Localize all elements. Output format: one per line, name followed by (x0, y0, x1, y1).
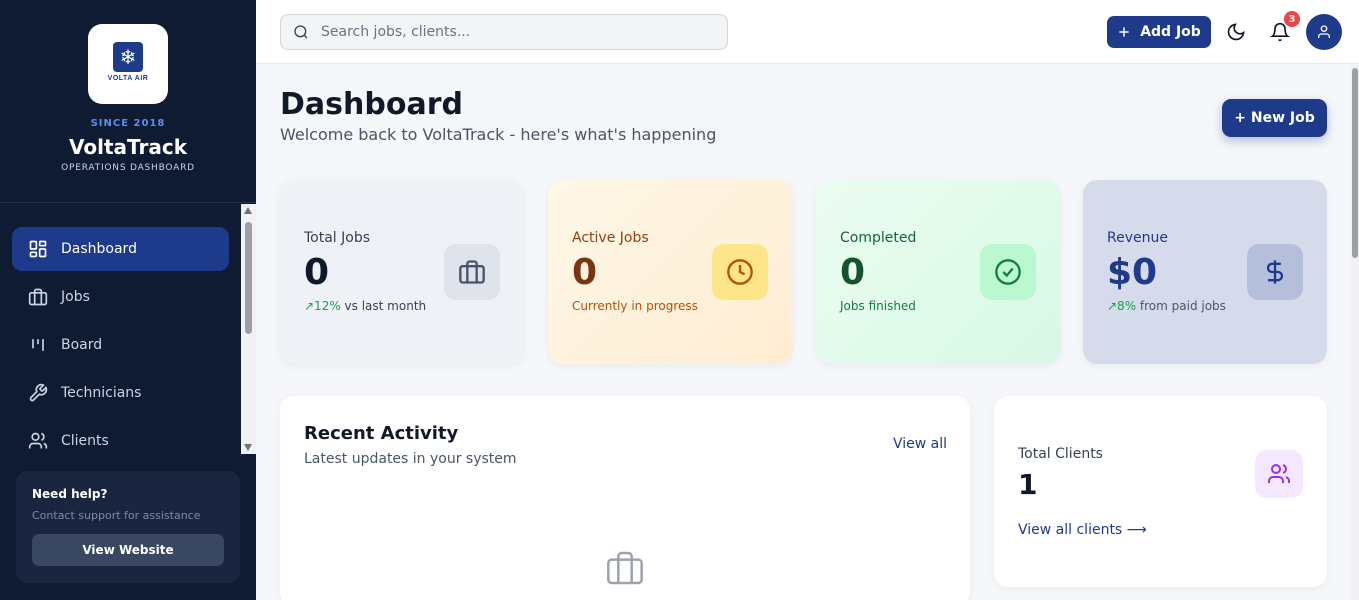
stat-icon-box (980, 244, 1036, 300)
user-icon (1318, 25, 1330, 38)
view-all-link[interactable]: View all (893, 436, 947, 452)
scrollbar-thumb[interactable] (245, 222, 252, 334)
trend-up: ↗8% (1107, 299, 1137, 313)
sidebar: ❄ VOLTA AIR SINCE 2018 VoltaTrack OPERAT… (0, 0, 256, 600)
stat-icon-box (444, 244, 500, 300)
sidebar-item-label: Technicians (61, 385, 142, 401)
kanban-icon (32, 339, 44, 351)
logo-text: VOLTA AIR (107, 75, 149, 82)
stat-icon-box (1247, 244, 1303, 300)
avatar[interactable] (1306, 14, 1342, 50)
stat-card-revenue: Revenue $0 ↗8% from paid jobs (1083, 180, 1327, 364)
view-website-button[interactable]: View Website (32, 534, 224, 566)
stat-card-completed: Completed 0 Jobs finished (816, 180, 1060, 364)
clients-value: 1 (1018, 468, 1038, 501)
plus-icon (1119, 27, 1129, 37)
stat-note: ↗12% vs last month (304, 299, 500, 313)
recent-activity-panel: Recent Activity Latest updates in your s… (280, 396, 970, 600)
stat-note: Currently in progress (572, 299, 698, 313)
snowflake-icon: ❄ (113, 42, 143, 72)
page-subtitle: Welcome back to VoltaTrack - here's what… (280, 125, 717, 144)
trend-up: ↗12% (304, 299, 341, 313)
briefcase-icon (459, 260, 485, 284)
search-icon (294, 25, 308, 39)
total-clients-card: Total Clients 1 View all clients ⟶ (994, 396, 1327, 587)
sidebar-item-label: Dashboard (61, 241, 137, 257)
view-all-clients-link[interactable]: View all clients ⟶ (1018, 522, 1147, 538)
stat-note: Jobs finished (840, 299, 916, 313)
stat-icon-box (712, 244, 768, 300)
users-icon (1268, 464, 1290, 483)
users-icon (28, 432, 48, 449)
sidebar-item-technicians[interactable]: Technicians (12, 371, 229, 415)
search-input[interactable] (321, 24, 701, 40)
sidebar-item-label: Jobs (61, 289, 90, 305)
search-box[interactable] (280, 14, 728, 50)
stat-card-active-jobs: Active Jobs 0 Currently in progress (548, 180, 792, 364)
help-title: Need help? (32, 487, 108, 501)
brand-panel: ❄ VOLTA AIR SINCE 2018 VoltaTrack OPERAT… (0, 0, 256, 203)
activity-subtitle: Latest updates in your system (304, 451, 517, 467)
add-job-label: Add Job (1140, 24, 1201, 40)
dollar-icon (1266, 260, 1284, 284)
stat-note: ↗8% from paid jobs (1107, 299, 1303, 313)
company-logo: ❄ VOLTA AIR (88, 24, 168, 104)
clients-icon-box (1255, 450, 1303, 498)
clients-label: Total Clients (1018, 446, 1103, 462)
moon-icon[interactable] (1226, 22, 1246, 42)
scroll-up-icon[interactable] (244, 207, 252, 214)
app-name: VoltaTrack (69, 135, 187, 159)
page-scrollbar[interactable] (1351, 64, 1359, 600)
app-subtitle: OPERATIONS DASHBOARD (61, 163, 195, 173)
help-card: Need help? Contact support for assistanc… (16, 471, 240, 583)
top-header: Add Job 3 (256, 0, 1359, 64)
add-job-button[interactable]: Add Job (1107, 16, 1211, 48)
new-job-button[interactable]: + New Job (1222, 99, 1327, 137)
sidebar-item-jobs[interactable]: Jobs (12, 275, 229, 319)
since-label: SINCE 2018 (90, 118, 166, 129)
logo-tagline-mark (128, 82, 129, 86)
activity-title: Recent Activity (304, 423, 459, 444)
sidebar-scrollbar[interactable] (241, 204, 256, 454)
sidebar-item-label: Board (61, 337, 103, 353)
check-circle-icon (995, 259, 1021, 285)
help-subtitle: Contact support for assistance (32, 509, 201, 522)
notification-badge: 3 (1284, 11, 1300, 27)
page-scrollbar-thumb[interactable] (1352, 68, 1358, 258)
clock-icon (727, 259, 753, 285)
sidebar-item-clients[interactable]: Clients (12, 419, 229, 454)
sidebar-item-label: Clients (61, 433, 109, 449)
stat-card-total-jobs: Total Jobs 0 ↗12% vs last month (280, 180, 524, 364)
scroll-down-icon[interactable] (244, 444, 252, 451)
briefcase-icon (28, 288, 48, 306)
sidebar-nav: Dashboard Jobs Board Technicians Clients (0, 204, 256, 454)
briefcase-icon (607, 551, 643, 585)
sidebar-item-dashboard[interactable]: Dashboard (12, 227, 229, 271)
sidebar-item-board[interactable]: Board (12, 323, 229, 367)
grid-icon (29, 240, 47, 258)
stat-note-text: from paid jobs (1136, 299, 1226, 313)
wrench-icon (29, 383, 48, 402)
stat-note-text: vs last month (340, 299, 427, 313)
page-title: Dashboard (280, 87, 463, 122)
